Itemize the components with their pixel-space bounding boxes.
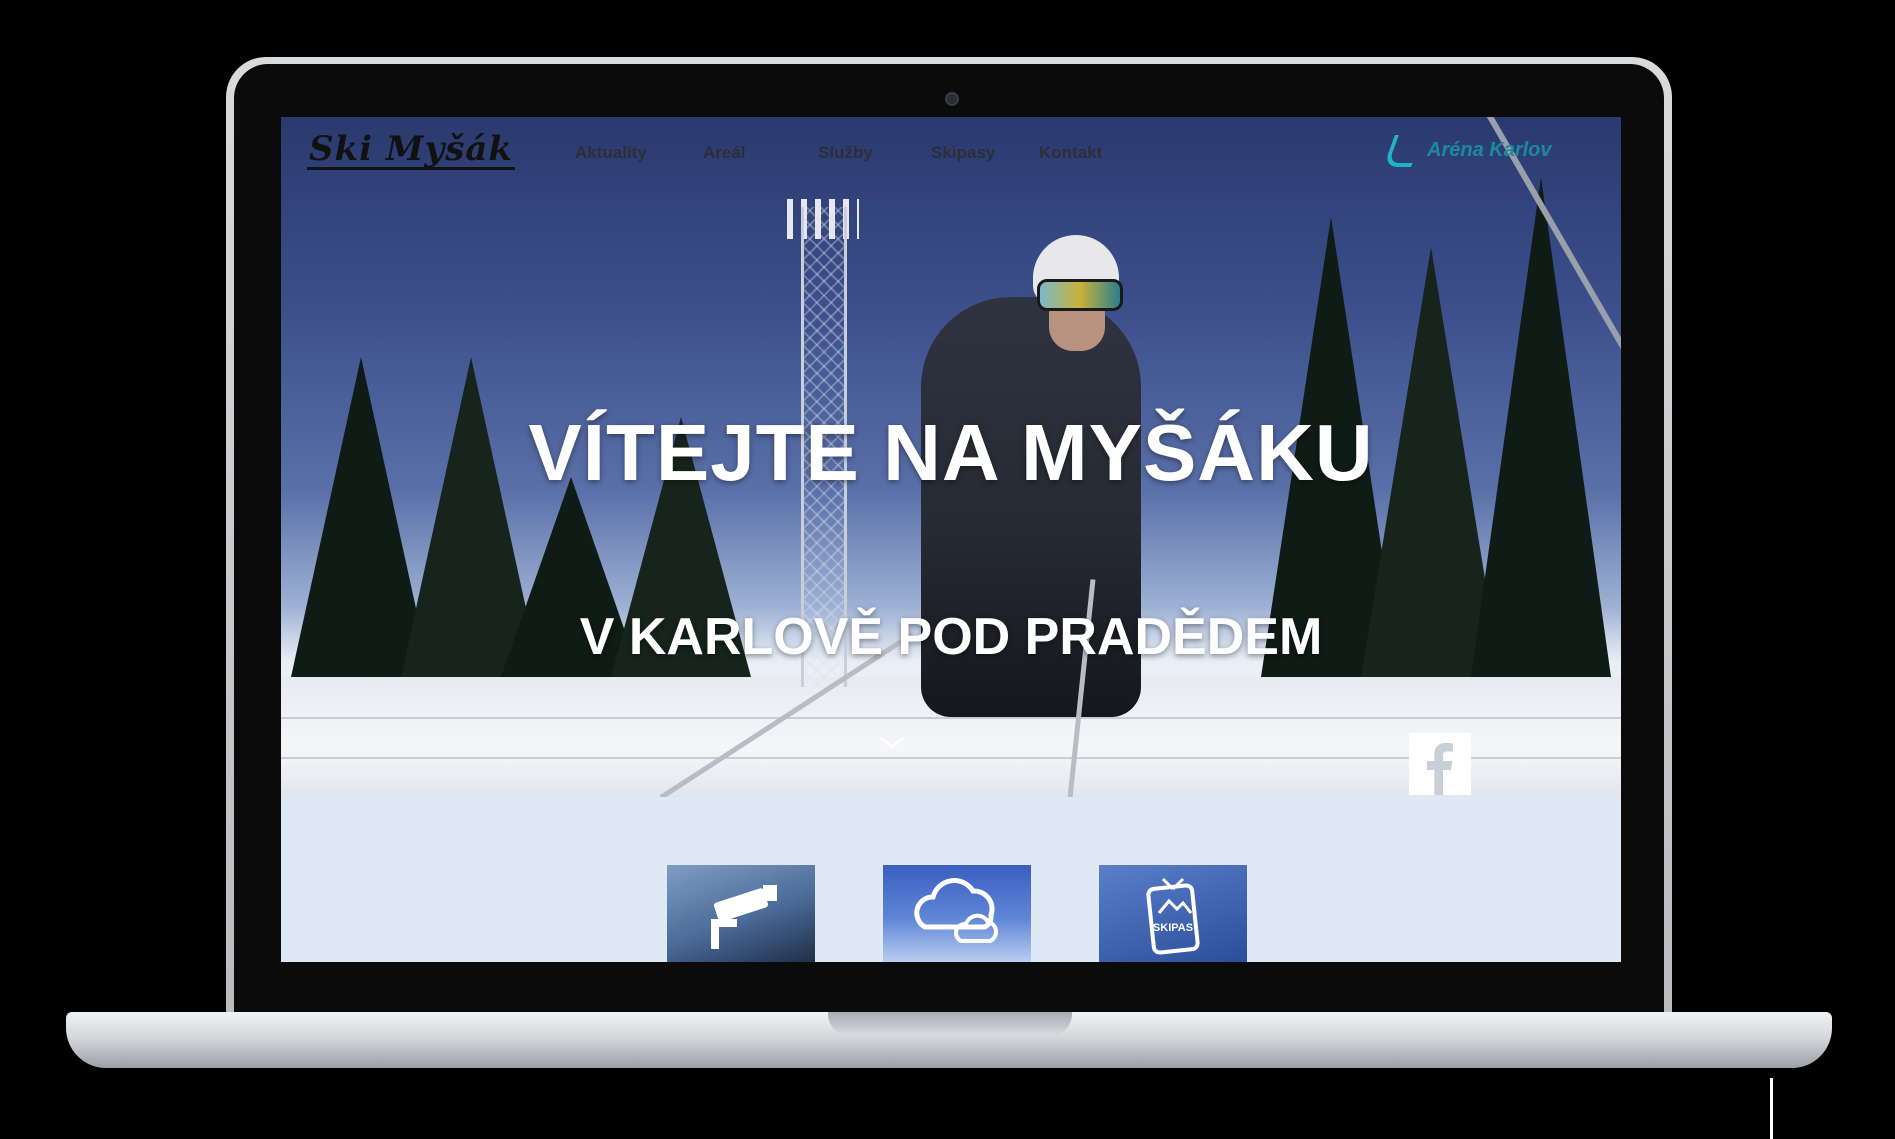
skier-goggles [1037,279,1123,311]
skipass-label: SKIPAS [1153,922,1193,934]
webcam-tile[interactable] [667,865,815,962]
slope-line [281,717,1621,719]
skipass-tile[interactable]: SKIPAS [1099,865,1247,962]
weather-icon [914,878,999,943]
facebook-icon[interactable] [1409,733,1471,795]
skipass-icon: SKIPAS [1146,877,1200,955]
hero-section: Ski Myšák Aktuality Areál Služby Skipasy… [281,117,1621,797]
nav-item-areal[interactable]: Areál [703,143,746,163]
corner-mark [1770,1078,1833,1139]
laptop-notch [828,1012,1072,1036]
webcam-icon [711,885,777,949]
weather-tile[interactable] [883,865,1031,962]
browser-viewport: Ski Myšák Aktuality Areál Služby Skipasy… [281,117,1621,962]
partner-logo-arena-karlov[interactable]: Aréna Karlov [1427,139,1552,162]
hero-subtitle: V KARLOVĚ POD PRADĚDEM [579,608,1323,666]
chevron-down-icon[interactable] [877,727,907,757]
nav-item-kontakt[interactable]: Kontakt [1039,143,1102,163]
nav-item-aktuality[interactable]: Aktuality [575,143,647,163]
nav-item-skipasy[interactable]: Skipasy [931,143,995,163]
quick-links: SKIPAS [281,797,1621,962]
camera-icon [945,92,959,106]
nav-item-sluzby[interactable]: Služby [818,143,873,163]
hero-title: VÍTEJTE NA MYŠÁKU [528,408,1374,497]
main-nav: Aktuality Areál Služby Skipasy Kontakt [281,143,1621,169]
